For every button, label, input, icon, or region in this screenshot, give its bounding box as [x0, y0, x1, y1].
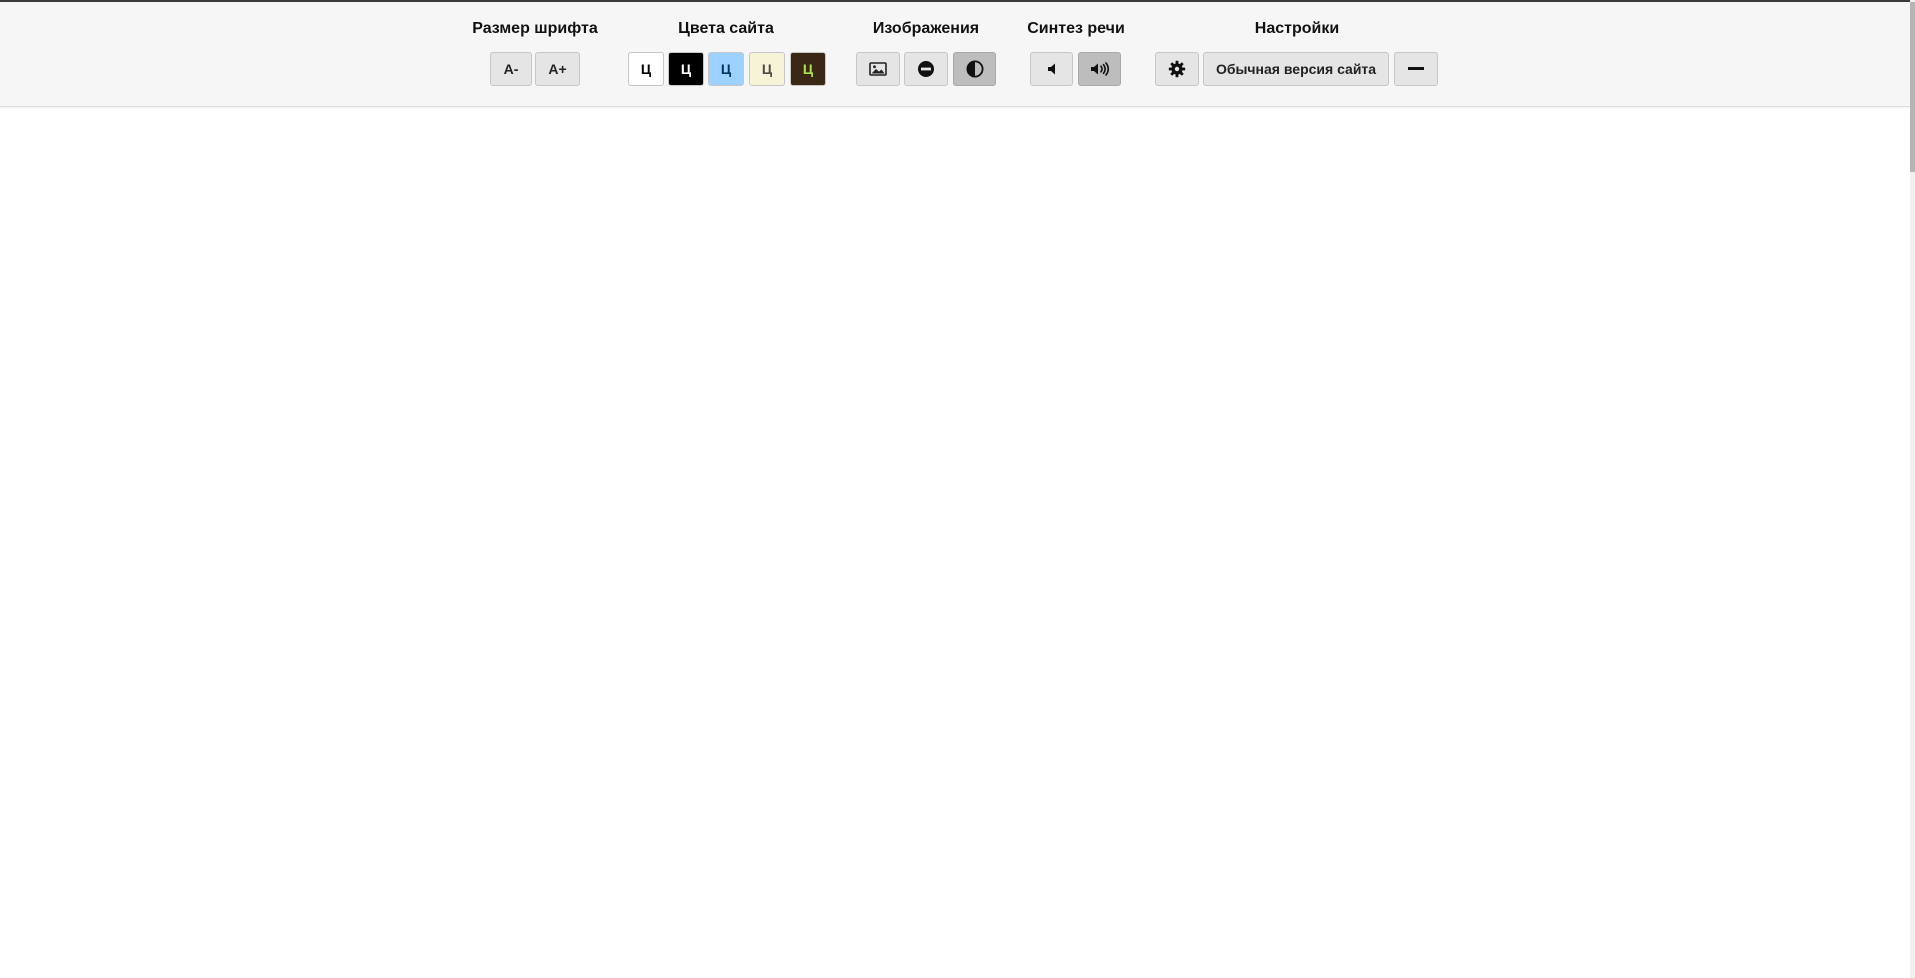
page: Размер шрифта A- A+ Цвета сайта Ц Ц Ц Ц … [0, 0, 1915, 978]
color-scheme-label: Ц [680, 61, 692, 77]
no-images-icon [917, 60, 935, 78]
color-scheme-label: Ц [761, 61, 773, 77]
collapse-panel-button[interactable] [1394, 52, 1438, 86]
color-scheme-blue-button[interactable]: Ц [708, 52, 744, 86]
settings-button[interactable] [1155, 52, 1199, 86]
color-scheme-brown-button[interactable]: Ц [790, 52, 826, 86]
volume-on-icon [1089, 61, 1111, 77]
color-scheme-label: Ц [802, 61, 814, 77]
font-size-title: Размер шрифта [472, 20, 598, 37]
settings-title: Настройки [1254, 20, 1340, 37]
font-decrease-button[interactable]: A- [490, 52, 532, 86]
color-scheme-label: Ц [640, 61, 652, 77]
images-title: Изображения [872, 20, 980, 37]
normal-version-button[interactable]: Обычная версия сайта [1203, 52, 1389, 86]
speech-on-button[interactable] [1078, 52, 1121, 86]
site-colors-title: Цвета сайта [678, 20, 774, 37]
color-scheme-label: Ц [720, 61, 732, 77]
color-scheme-black-button[interactable]: Ц [668, 52, 704, 86]
color-scheme-beige-button[interactable]: Ц [749, 52, 785, 86]
contrast-icon [966, 60, 984, 78]
image-icon [869, 62, 887, 76]
minus-icon [1408, 67, 1424, 71]
volume-off-icon [1044, 61, 1060, 77]
speech-off-button[interactable] [1030, 52, 1073, 86]
images-grayscale-button[interactable] [953, 52, 996, 86]
gear-icon [1168, 60, 1186, 78]
speech-title: Синтез речи [1027, 20, 1125, 37]
font-increase-button[interactable]: A+ [535, 52, 580, 86]
scrollbar-thumb[interactable] [1910, 2, 1915, 172]
page-scrollbar[interactable] [1910, 0, 1915, 978]
images-off-button[interactable] [904, 52, 948, 86]
accessibility-panel: Размер шрифта A- A+ Цвета сайта Ц Ц Ц Ц … [0, 2, 1910, 107]
color-scheme-white-button[interactable]: Ц [628, 52, 664, 86]
images-on-button[interactable] [856, 52, 900, 86]
